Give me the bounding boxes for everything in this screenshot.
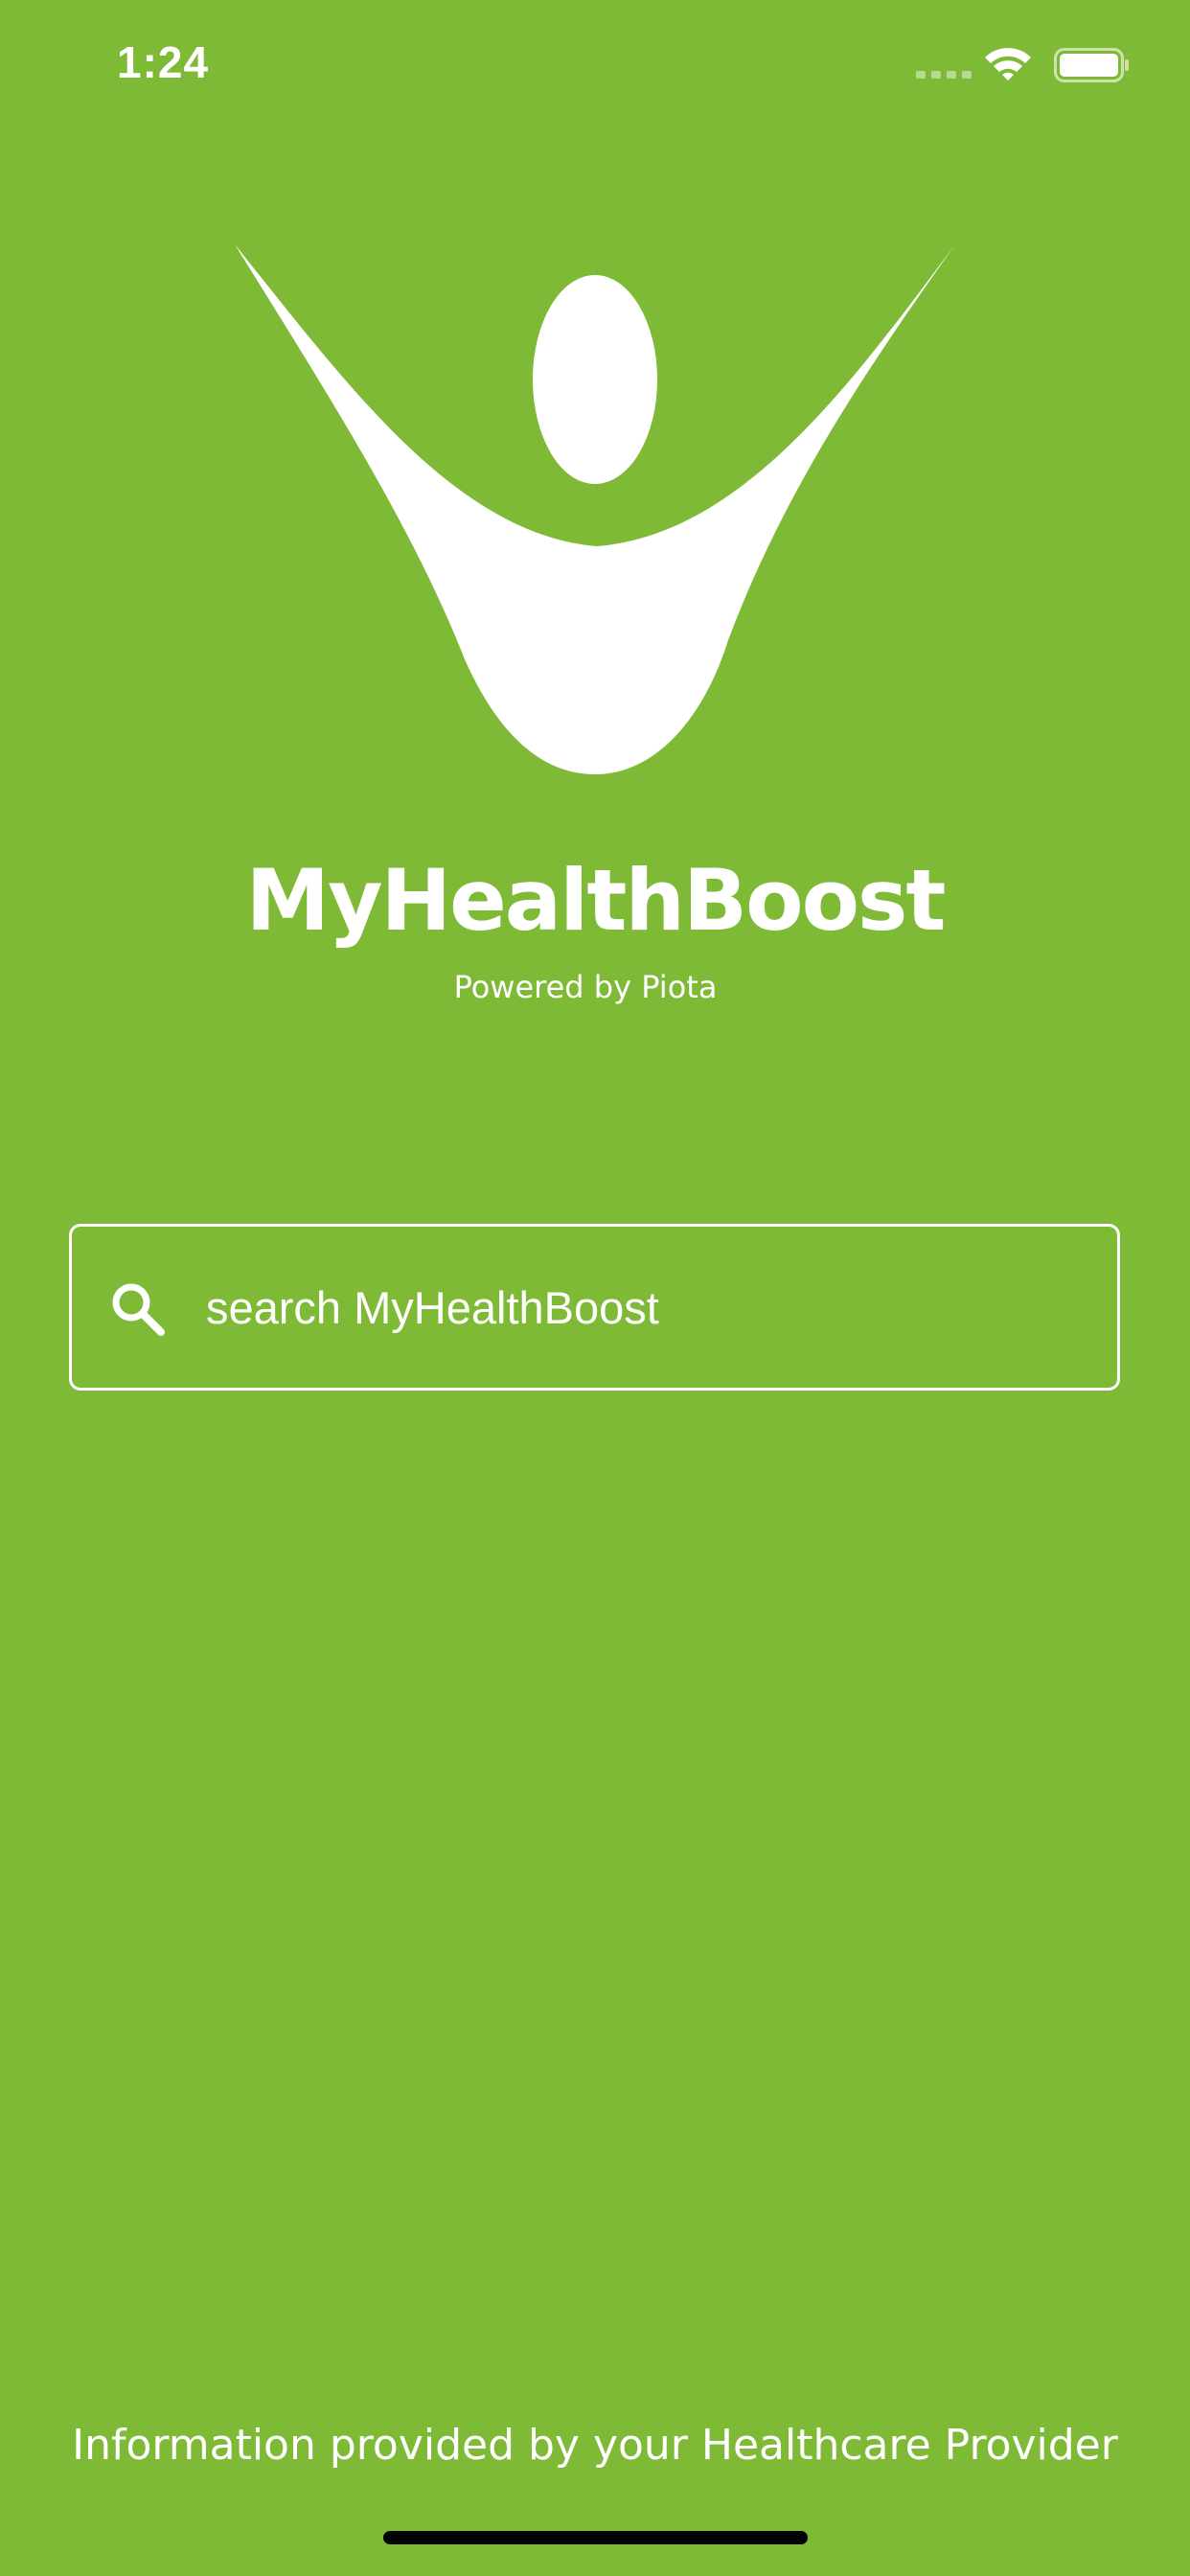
person-raising-arms-icon (235, 244, 955, 774)
status-bar: 1:24 (0, 0, 1190, 134)
signal-dots-icon (916, 71, 972, 79)
search-input[interactable] (206, 1265, 1068, 1351)
battery-icon (1054, 48, 1129, 82)
search-icon (112, 1283, 165, 1336)
brand-subtitle: Powered by Piota (453, 969, 718, 1005)
home-indicator[interactable] (383, 2531, 808, 2544)
status-time: 1:24 (117, 37, 210, 87)
brand-title: MyHealthBoost (245, 851, 947, 950)
search-box[interactable] (69, 1224, 1120, 1391)
footer-note: Information provided by your Healthcare … (72, 2421, 1118, 2470)
wifi-icon (985, 48, 1031, 80)
